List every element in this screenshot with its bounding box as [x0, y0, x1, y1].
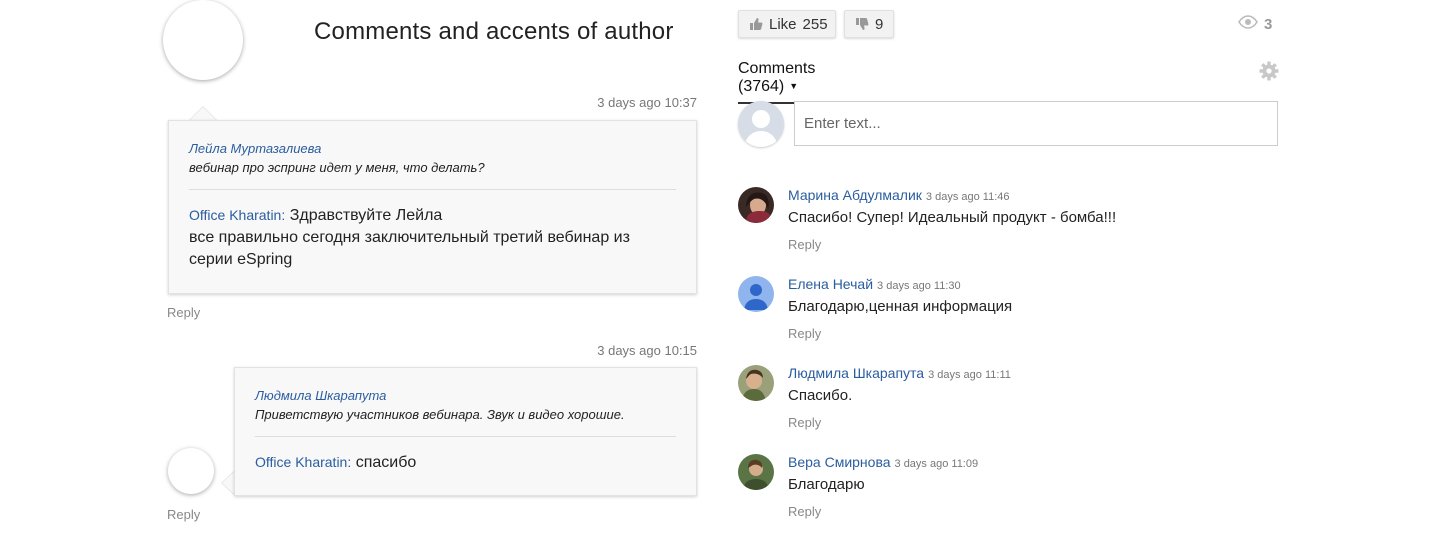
quoted-author[interactable]: Людмила Шкарапута: [255, 388, 676, 403]
avatar[interactable]: [738, 365, 774, 401]
author-answer-card: Людмила Шкарапута Приветствую участников…: [234, 367, 697, 496]
comment-time: 3 days ago 11:30: [877, 280, 961, 292]
quoted-text: Приветствую участников вебинара. Звук и …: [255, 407, 625, 422]
caret-down-icon: ▼: [789, 81, 799, 91]
list-item: Елена Нечай 3 days ago 11:30 Благодарю,це…: [738, 276, 1298, 356]
thread-timestamp: 3 days ago 10:15: [597, 343, 697, 358]
list-item: Марина Абдулмалик 3 days ago 11:46 Спасиб…: [738, 187, 1298, 267]
comment-text: Благодарю: [788, 476, 865, 493]
comment-input[interactable]: [794, 101, 1278, 146]
comment-author[interactable]: Марина Абдулмалик: [788, 187, 922, 203]
panel-title: Comments and accents of author: [314, 18, 674, 45]
answer-avatar: [168, 448, 214, 494]
comment-text: Благодарю,ценная информация: [788, 298, 1013, 315]
comment-text: Спасибо.: [788, 387, 853, 404]
like-count: 255: [802, 15, 828, 33]
avatar[interactable]: [738, 276, 774, 312]
comment-author[interactable]: Людмила Шкарапута: [788, 365, 924, 381]
comment-time: 3 days ago 11:11: [928, 369, 1011, 381]
views-counter: 3: [1238, 15, 1272, 33]
answer-author[interactable]: Office Kharatin:: [189, 207, 285, 223]
author-avatar: [163, 0, 243, 80]
comment-time: 3 days ago 11:46: [925, 191, 1010, 203]
answer-line-rest: все правильно сегодня заключительный тре…: [189, 229, 630, 268]
reply-link[interactable]: Reply: [788, 504, 821, 519]
reply-link[interactable]: Reply: [788, 326, 821, 341]
answer-line-1: Здравствуйте Лейла: [289, 207, 443, 224]
views-count: 3: [1264, 15, 1273, 33]
avatar[interactable]: [738, 454, 774, 490]
thumbs-up-icon: [749, 17, 763, 31]
quoted-author[interactable]: Лейла Муртазалиева: [189, 141, 676, 156]
dislike-count: 9: [875, 15, 884, 33]
card-pointer: [189, 106, 217, 120]
comment-author[interactable]: Вера Смирнова: [788, 454, 891, 470]
comment-time: 3 days ago 11:09: [894, 458, 979, 470]
reply-link[interactable]: Reply: [788, 237, 821, 252]
card-divider: [255, 436, 676, 437]
answer-author[interactable]: Office Kharatin:: [255, 454, 351, 470]
gear-icon[interactable]: [1259, 61, 1279, 86]
like-label: Like: [769, 15, 797, 33]
reply-link[interactable]: Reply: [788, 415, 821, 430]
list-item: Людмила Шкарапута 3 days ago 11:11 Спасиб…: [738, 365, 1298, 445]
answer-line-1: спасибо: [355, 454, 417, 471]
card-divider: [189, 189, 676, 190]
tab-comments[interactable]: Comments (3764) ▼: [738, 60, 871, 104]
thread-timestamp: 3 days ago 10:37: [597, 95, 697, 110]
tab-comments-label: Comments (3764): [738, 60, 816, 95]
comment-text: Спасибо! Супер! Идеальный продукт - бомб…: [788, 209, 1117, 226]
answer-text: Office Kharatin: Здравствуйте Лейла все …: [189, 204, 676, 271]
comment-author[interactable]: Елена Нечай: [788, 276, 873, 292]
answer-text: Office Kharatin: спасибо: [255, 451, 676, 474]
list-item: Вера Смирнова 3 days ago 11:09 Благодарю …: [738, 454, 1298, 534]
eye-icon: [1238, 15, 1258, 33]
thumbs-down-icon: [855, 17, 869, 31]
like-button[interactable]: Like 255: [738, 10, 836, 38]
current-user-avatar: [738, 101, 784, 147]
card-pointer: [221, 470, 235, 496]
quoted-text: вебинар про эспринг идет у меня, что дел…: [189, 160, 485, 175]
avatar[interactable]: [738, 187, 774, 223]
dislike-button[interactable]: 9: [844, 10, 894, 38]
reply-link[interactable]: Reply: [167, 305, 200, 320]
author-answer-card: Лейла Муртазалиева вебинар про эспринг и…: [168, 120, 697, 294]
